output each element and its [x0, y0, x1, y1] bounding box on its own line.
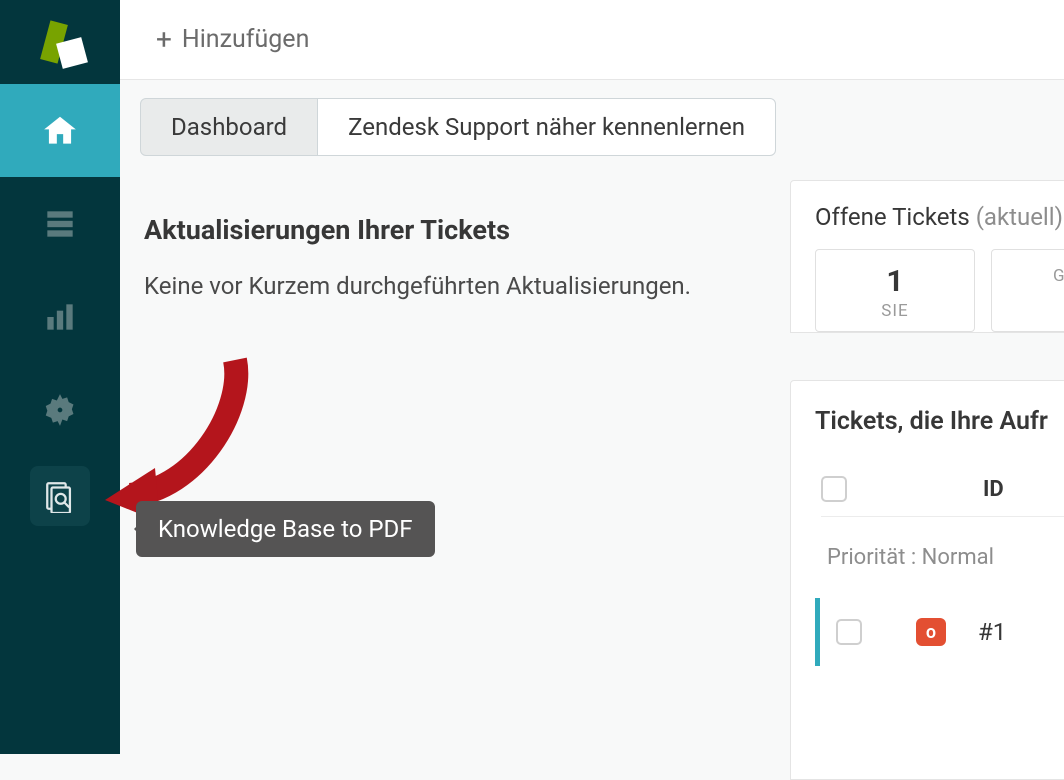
stat-group-label: GRU [992, 266, 1064, 286]
plus-icon: + [156, 26, 172, 54]
nav-reports[interactable] [0, 270, 120, 363]
nav-knowledge-base-pdf[interactable] [30, 466, 90, 526]
attention-title: Tickets, die Ihre Aufr [815, 407, 1064, 436]
open-tickets-title-text: Offene Tickets [815, 203, 970, 231]
tickets-table-head: ID Be [821, 476, 1064, 517]
select-all-checkbox[interactable] [821, 476, 847, 502]
stat-you-label: SIE [816, 301, 974, 321]
tab-dashboard[interactable]: Dashboard [140, 98, 318, 156]
open-tickets-suffix: (aktuell) [976, 203, 1063, 231]
gear-icon [41, 391, 79, 429]
attention-tickets-panel: Tickets, die Ihre Aufr ID Be Priorität :… [790, 380, 1064, 780]
nav-admin[interactable] [0, 363, 120, 456]
sidebar [0, 0, 120, 754]
open-tickets-panel: Offene Tickets (aktuell) 1 SIE GRU [790, 180, 1064, 333]
nav-views[interactable] [0, 177, 120, 270]
zendesk-logo [35, 20, 85, 70]
row-checkbox[interactable] [836, 619, 862, 645]
add-label: Hinzufügen [182, 25, 309, 54]
open-tickets-title: Offene Tickets (aktuell) [815, 203, 1064, 231]
updates-empty-text: Keine vor Kurzem durchgeführten Aktualis… [144, 268, 704, 305]
home-icon [41, 112, 79, 150]
stat-you-count: 1 [816, 264, 974, 299]
status-badge: o [916, 618, 946, 646]
stat-card-you[interactable]: 1 SIE [815, 249, 975, 332]
nav-home[interactable] [0, 84, 120, 177]
stat-card-group[interactable]: GRU [991, 249, 1064, 332]
bar-chart-icon [41, 298, 79, 336]
table-row[interactable]: o #1 Be [815, 598, 1064, 666]
tab-learn-support[interactable]: Zendesk Support näher kennenlernen [317, 98, 776, 156]
ticket-id: #1 [978, 618, 1006, 646]
views-icon [41, 205, 79, 243]
kb-pdf-tooltip: Knowledge Base to PDF [136, 501, 435, 557]
column-id: ID [983, 477, 1004, 502]
add-button[interactable]: + Hinzufügen [156, 25, 309, 54]
search-document-icon [43, 479, 77, 513]
priority-group-label: Priorität : Normal [827, 545, 1064, 570]
topbar: + Hinzufügen [120, 0, 1064, 80]
tab-row: Dashboard Zendesk Support näher kennenle… [140, 98, 1064, 156]
